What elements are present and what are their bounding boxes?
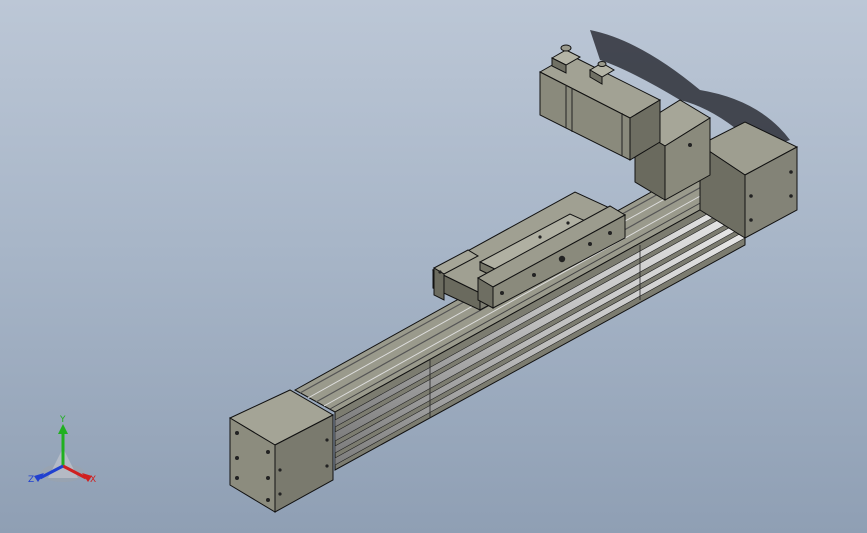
orientation-triad: Y X Z xyxy=(22,415,108,494)
cad-viewport[interactable]: Y X Z xyxy=(0,0,867,533)
actuator-beam xyxy=(293,164,747,471)
triad-z-label: Z xyxy=(28,475,35,485)
triad-y-label: Y xyxy=(60,415,66,425)
end-cap-near xyxy=(228,389,335,513)
triad-x-label: X xyxy=(90,475,97,485)
linear-actuator-model[interactable] xyxy=(0,0,867,533)
